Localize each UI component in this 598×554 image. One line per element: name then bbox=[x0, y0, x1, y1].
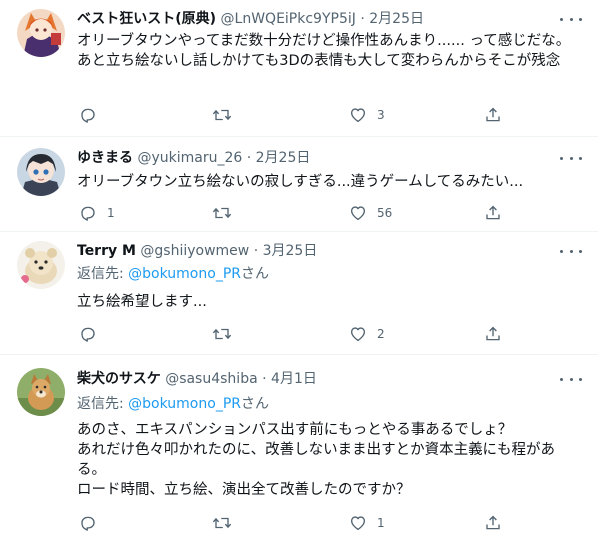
reply-prefix: 返信先: bbox=[77, 266, 129, 282]
like-count: 56 bbox=[377, 206, 393, 220]
more-dots-icon[interactable] bbox=[560, 149, 582, 167]
avatar-image bbox=[17, 148, 65, 196]
like-count: 3 bbox=[377, 108, 385, 122]
reply-suffix: さん bbox=[241, 396, 269, 412]
reply-icon bbox=[81, 206, 95, 221]
more-dots-icon[interactable] bbox=[560, 370, 582, 388]
more-dots-icon[interactable] bbox=[560, 242, 582, 260]
reply-count: 1 bbox=[107, 206, 115, 220]
tweet-header: 柴犬のサスケ @sasu4shiba · 4月1日 bbox=[77, 369, 317, 389]
reply-icon bbox=[81, 108, 95, 123]
share-button[interactable] bbox=[484, 325, 502, 343]
retweet-icon bbox=[212, 109, 232, 121]
retweet-icon bbox=[212, 517, 232, 529]
avatar[interactable] bbox=[17, 9, 65, 57]
like-button[interactable]: 56 bbox=[349, 204, 392, 222]
tweet[interactable]: Terry M @gshiiyowmew · 3月25日 返信先: @bokum… bbox=[0, 232, 598, 355]
retweet-button[interactable] bbox=[212, 514, 242, 532]
handle[interactable]: @sasu4shiba bbox=[165, 371, 257, 387]
reply-button[interactable]: 1 bbox=[79, 204, 115, 222]
timestamp[interactable]: 2月25日 bbox=[256, 150, 311, 166]
avatar[interactable] bbox=[17, 368, 65, 416]
share-icon bbox=[486, 326, 500, 341]
reply-icon bbox=[81, 516, 95, 531]
heart-icon bbox=[350, 108, 366, 123]
separator: · bbox=[262, 371, 267, 387]
tweet-text: あのさ、エキスパンションパス出す前にもっとやる事あるでしょ？ あれだけ色々叩かれ… bbox=[77, 422, 556, 498]
display-name[interactable]: ベスト狂いスト(原典) bbox=[77, 11, 216, 27]
tweet[interactable]: ゆきまる @yukimaru_26 · 2月25日 オリーブタウン立ち絵ないの寂… bbox=[0, 137, 598, 232]
retweet-button[interactable] bbox=[212, 106, 242, 124]
tweet[interactable]: 柴犬のサスケ @sasu4shiba · 4月1日 返信先: @bokumono… bbox=[0, 355, 598, 554]
reply-icon bbox=[81, 327, 95, 342]
more-dots-icon[interactable] bbox=[560, 10, 582, 28]
display-name[interactable]: 柴犬のサスケ bbox=[77, 371, 161, 387]
display-name[interactable]: Terry M bbox=[77, 243, 136, 259]
like-count: 1 bbox=[377, 516, 385, 530]
reply-context: 返信先: @bokumono_PRさん bbox=[77, 394, 269, 414]
reply-button[interactable] bbox=[79, 514, 107, 532]
share-button[interactable] bbox=[484, 514, 502, 532]
reply-button[interactable] bbox=[79, 106, 107, 124]
tweet-header: ベスト狂いスト(原典) @LnWQEiPkc9YP5iJ · 2月25日 bbox=[77, 9, 424, 29]
avatar-image bbox=[17, 241, 65, 289]
tweet-text: オリーブタウン立ち絵ないの寂しすぎる...違うゲームしてるみたい... bbox=[77, 174, 524, 190]
timestamp[interactable]: 2月25日 bbox=[369, 11, 424, 27]
avatar[interactable] bbox=[17, 148, 65, 196]
share-button[interactable] bbox=[484, 204, 502, 222]
like-button[interactable]: 1 bbox=[349, 514, 385, 532]
heart-icon bbox=[350, 206, 366, 221]
tweet[interactable]: ベスト狂いスト(原典) @LnWQEiPkc9YP5iJ · 2月25日 オリー… bbox=[0, 0, 598, 137]
separator: · bbox=[253, 243, 259, 259]
share-icon bbox=[486, 107, 500, 122]
handle[interactable]: @yukimaru_26 bbox=[137, 150, 242, 166]
separator: · bbox=[246, 150, 252, 166]
reply-prefix: 返信先: bbox=[77, 396, 129, 412]
reply-context: 返信先: @bokumono_PRさん bbox=[77, 264, 269, 284]
separator: · bbox=[360, 11, 365, 27]
share-icon bbox=[486, 205, 500, 220]
timestamp[interactable]: 3月25日 bbox=[263, 243, 318, 259]
retweet-button[interactable] bbox=[212, 325, 242, 343]
display-name[interactable]: ゆきまる bbox=[77, 150, 133, 166]
share-icon bbox=[486, 515, 500, 530]
handle[interactable]: @gshiiyowmew bbox=[140, 243, 249, 259]
retweet-button[interactable] bbox=[212, 204, 242, 222]
heart-icon bbox=[350, 327, 366, 342]
heart-icon bbox=[350, 516, 366, 531]
handle[interactable]: @LnWQEiPkc9YP5iJ bbox=[221, 11, 356, 27]
avatar-image bbox=[17, 9, 65, 57]
retweet-icon bbox=[212, 328, 232, 340]
share-button[interactable] bbox=[484, 106, 502, 124]
mention-link[interactable]: @bokumono_PR bbox=[128, 266, 241, 282]
reply-button[interactable] bbox=[79, 325, 107, 343]
tweet-header: Terry M @gshiiyowmew · 3月25日 bbox=[77, 241, 317, 261]
avatar[interactable] bbox=[17, 241, 65, 289]
reply-suffix: さん bbox=[241, 266, 269, 282]
like-button[interactable]: 3 bbox=[349, 106, 385, 124]
mention-link[interactable]: @bokumono_PR bbox=[128, 396, 241, 412]
tweet-text: オリーブタウンやってまだ数十分だけど操作性あんまり...... って感じだな。あ… bbox=[77, 33, 571, 69]
timestamp[interactable]: 4月1日 bbox=[271, 371, 317, 387]
like-count: 2 bbox=[377, 327, 385, 341]
retweet-icon bbox=[212, 207, 232, 219]
tweet-text: 立ち絵希望します... bbox=[77, 294, 207, 310]
tweet-header: ゆきまる @yukimaru_26 · 2月25日 bbox=[77, 148, 310, 168]
avatar-image bbox=[17, 368, 65, 416]
like-button[interactable]: 2 bbox=[349, 325, 385, 343]
